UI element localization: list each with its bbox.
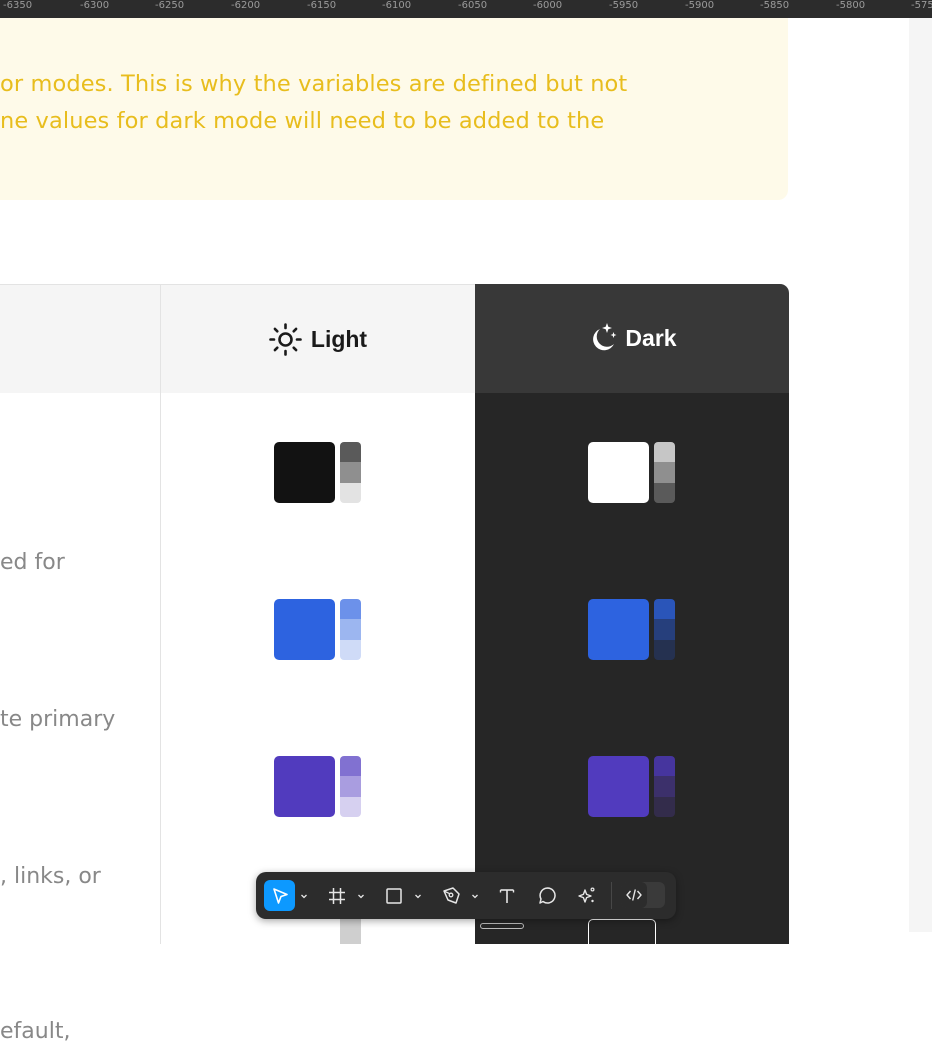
row-description: efault, (0, 1019, 71, 1044)
shape-tool-button[interactable] (380, 880, 408, 911)
ruler-label: -6350 (3, 0, 33, 11)
chevron-down-icon[interactable] (470, 891, 480, 901)
color-modes-table: ed for te primary , links, or efault, Li… (0, 284, 789, 1044)
chevron-down-icon[interactable] (356, 891, 366, 901)
swatch-shades (654, 756, 675, 817)
text-tool-button[interactable] (493, 880, 521, 911)
dev-mode-toggle[interactable] (621, 882, 665, 908)
swatch-main (588, 599, 649, 660)
light-mode-header: Light (161, 284, 475, 393)
toolbar-divider (611, 882, 612, 909)
warning-callout: or modes. This is why the variables are … (0, 18, 788, 200)
row-description: , links, or (0, 864, 101, 889)
design-toolbar (256, 872, 676, 919)
dev-mode-knob (621, 882, 647, 908)
swatch-main (588, 442, 649, 503)
description-column: ed for te primary , links, or efault, (0, 393, 161, 1044)
rectangle-icon (386, 887, 402, 904)
canvas-edge (909, 18, 932, 932)
table-header-cell (0, 284, 161, 393)
ruler-label: -5900 (685, 0, 715, 11)
ruler-label: -6100 (382, 0, 412, 11)
callout-line-2: ne values for dark mode will need to be … (0, 108, 605, 134)
color-swatch-light (274, 599, 361, 660)
pen-icon (442, 887, 460, 904)
ruler-label: -6050 (458, 0, 488, 11)
ruler-label: -6250 (155, 0, 185, 11)
color-swatch-dark (588, 442, 675, 503)
swatch-shades (654, 442, 675, 503)
swatch-main (274, 599, 335, 660)
color-swatch-dark (588, 599, 675, 660)
color-swatch-light (274, 756, 361, 817)
color-swatch-dark (588, 756, 675, 817)
swatch-main (274, 756, 335, 817)
comment-tool-button[interactable] (533, 880, 561, 911)
sun-icon (269, 322, 302, 356)
ruler-label: -5950 (609, 0, 639, 11)
ruler-label: -575 (911, 0, 932, 11)
row-description: te primary (0, 707, 116, 732)
code-icon (626, 889, 642, 901)
actions-tool-button[interactable] (573, 880, 601, 911)
cursor-icon (272, 887, 288, 904)
dark-mode-label: Dark (625, 325, 677, 351)
text-icon (499, 888, 515, 903)
frame-tool-button[interactable] (323, 880, 351, 911)
comment-icon (538, 887, 556, 904)
ruler-label: -6300 (80, 0, 110, 11)
ruler-label: -6150 (307, 0, 337, 11)
color-swatch-light (274, 442, 361, 503)
ruler-label: -5800 (836, 0, 866, 11)
light-mode-label: Light (310, 325, 368, 352)
ruler-label: -6000 (533, 0, 563, 11)
swatch-main-outline (588, 919, 656, 949)
callout-line-1: or modes. This is why the variables are … (0, 71, 628, 97)
chevron-down-icon[interactable] (299, 891, 309, 901)
swatch-shades (340, 599, 361, 660)
swatch-shades (340, 756, 361, 817)
frame-icon (329, 887, 345, 904)
swatch-main-outline (480, 923, 524, 929)
row-description: ed for (0, 550, 65, 575)
swatch-main (274, 442, 335, 503)
swatch-shades (340, 442, 361, 503)
swatch-shades (654, 599, 675, 660)
move-tool-button[interactable] (264, 880, 295, 911)
dark-mode-header: Dark (475, 284, 789, 393)
top-ruler: -6350 -6300 -6250 -6200 -6150 -6100 -605… (0, 0, 932, 18)
swatch-main (588, 756, 649, 817)
ruler-label: -6200 (231, 0, 261, 11)
chevron-down-icon[interactable] (413, 891, 423, 901)
sparkle-icon (578, 886, 595, 903)
pen-tool-button[interactable] (437, 880, 465, 911)
ruler-label: -5850 (760, 0, 790, 11)
moon-stars-icon (593, 323, 617, 351)
